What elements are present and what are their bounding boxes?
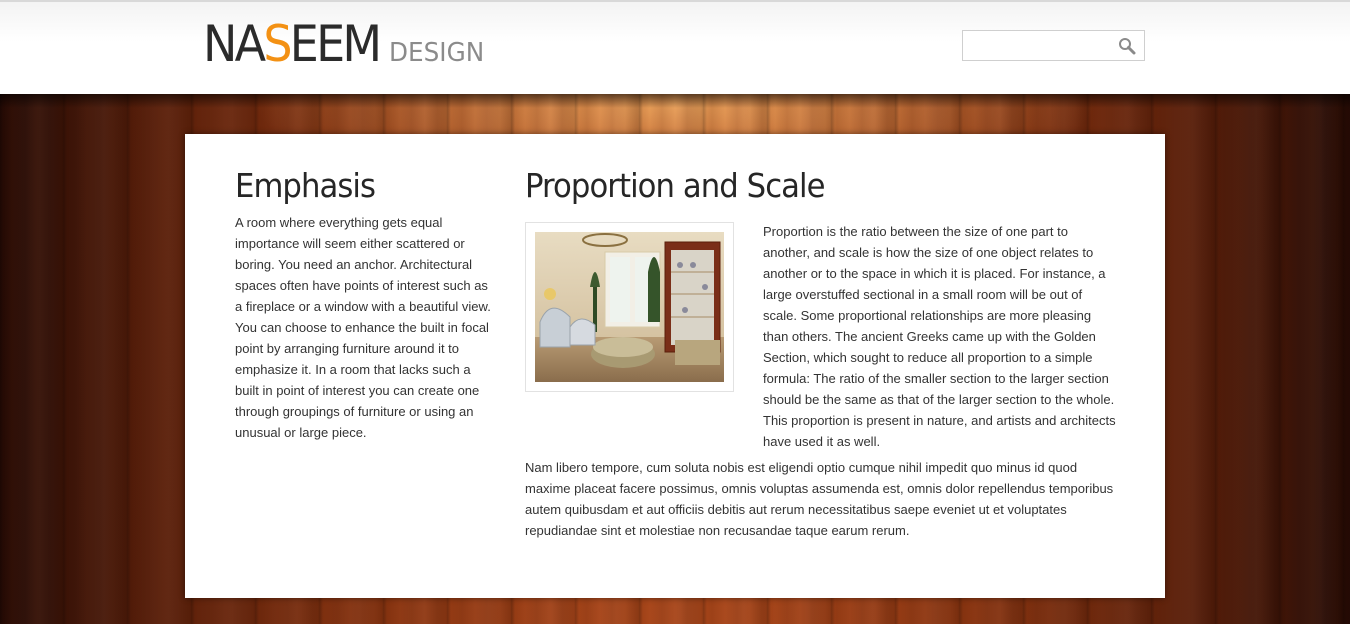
site-logo[interactable]: NASEEM DESIGN [203,14,489,74]
room-photo [535,232,724,382]
search-box [962,30,1145,61]
emphasis-section: Emphasis A room where everything gets eq… [235,166,497,443]
logo-subtitle: DESIGN [388,38,484,68]
search-input[interactable] [963,31,1113,60]
latin-text: Nam libero tempore, cum soluta nobis est… [525,460,1114,538]
proportion-section: Proportion and Scale Proportion is the r… [525,166,1125,538]
proportion-heading: Proportion and Scale [525,166,826,205]
search-icon[interactable] [1118,37,1136,55]
header-shadow [0,94,1350,108]
content-panel: Emphasis A room where everything gets eq… [185,134,1165,598]
room-photo-frame [525,222,734,392]
emphasis-heading: Emphasis [235,166,376,205]
proportion-text: Proportion is the ratio between the size… [763,224,1116,449]
emphasis-text: A room where everything gets equal impor… [235,215,491,440]
site-header: NASEEM DESIGN [0,0,1350,94]
logo-wordmark: NASEEM [203,15,382,73]
